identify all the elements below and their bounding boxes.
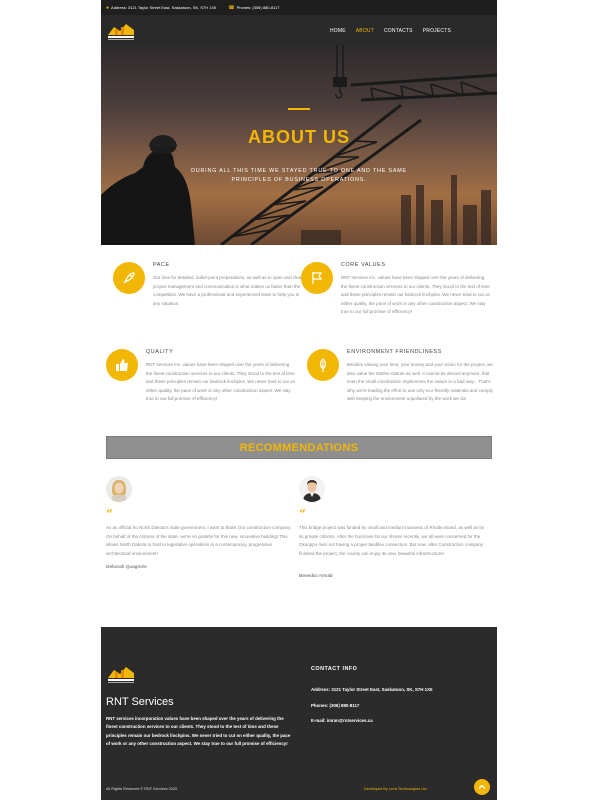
top-info-bar: ● Address: 3121 Taylor Street East, Saska… [101,0,497,15]
feature-text: Besides valuing your time, your money an… [347,362,493,401]
hero-banner: ABOUT US DURING ALL THIS TIME WE STAYED … [101,45,497,245]
testimonial-2: “ This bridge project was funded by smal… [299,476,489,586]
feature-text: Our love for detailed, bullet-point prep… [153,275,303,306]
footer: RNT Services RNT services incorporation … [101,627,497,800]
feature-title: CORE VALUES [341,262,386,268]
footer-logo[interactable] [106,663,136,685]
feature-text: RNT services Inc. values have been shape… [341,275,490,314]
chevron-up-icon [478,784,486,789]
site-logo[interactable] [106,21,136,41]
developer-credit[interactable]: Developed By Leva Technologies Ltd. [364,787,427,791]
logo-graphic [108,24,134,40]
avatar [106,476,132,502]
testimonial-text: This bridge project was funded by small … [299,525,485,556]
avatar [299,476,325,502]
footer-phone: Phones: (306) 880-8117 [311,703,360,708]
feature-title: ENVIRONMENT FRIENDLINESS [347,349,442,355]
feature-text: RNT services Inc. values have been shape… [146,362,295,401]
hero-divider [288,108,310,110]
nav-projects[interactable]: PROJECTS [423,28,451,34]
feature-title: PACE [153,262,170,268]
main-menu: HOME ABOUT CONTACTS PROJECTS [330,28,451,34]
back-to-top-button[interactable] [474,779,490,795]
nav-about[interactable]: ABOUT [356,28,374,34]
contact-info-title: CONTACT INFO [311,666,358,672]
footer-address: Address: 3121 Taylor Street East, Saskat… [311,687,433,692]
rocket-icon [113,262,145,294]
hero-subtitle: DURING ALL THIS TIME WE STAYED TRUE TO O… [191,168,407,183]
recommendations-title: RECOMMENDATIONS [239,442,359,454]
footer-brand: RNT Services [106,696,174,708]
feature-title: QUALITY [146,349,174,355]
address-info: ● Address: 3121 Taylor Street East, Saska… [106,4,217,11]
page: ● Address: 3121 Taylor Street East, Saska… [101,0,497,800]
quote-icon: “ [106,507,113,521]
copyright: All Rights Reserved © RNT Services 2020. [106,787,179,791]
leaf-icon [307,349,339,381]
testimonial-author: Benedict Arnold [299,574,333,579]
phone-icon: ☎ [228,4,235,11]
phone-info: ☎ Phones: (306) 880-8117 [228,4,280,11]
nav-contacts[interactable]: CONTACTS [384,28,413,34]
testimonial-text: As an official fro North Dakota's state … [106,525,292,556]
recommendations-header: RECOMMENDATIONS [106,436,492,459]
header-nav: HOME ABOUT CONTACTS PROJECTS [101,15,497,45]
flag-icon [301,262,333,294]
location-pin-icon: ● [106,4,110,11]
logo-graphic [108,667,134,683]
page-title: ABOUT US [248,127,350,147]
footer-description: RNT services incorporation values have b… [106,716,291,747]
testimonial-1: “ As an official fro North Dakota's stat… [106,476,296,576]
thumbs-up-icon [106,349,138,381]
footer-email[interactable]: E-mail: imran@rntservices.ca [311,718,373,723]
testimonial-author: Deborah Quagmire [106,565,147,570]
quote-icon: “ [299,507,306,521]
nav-home[interactable]: HOME [330,28,346,34]
